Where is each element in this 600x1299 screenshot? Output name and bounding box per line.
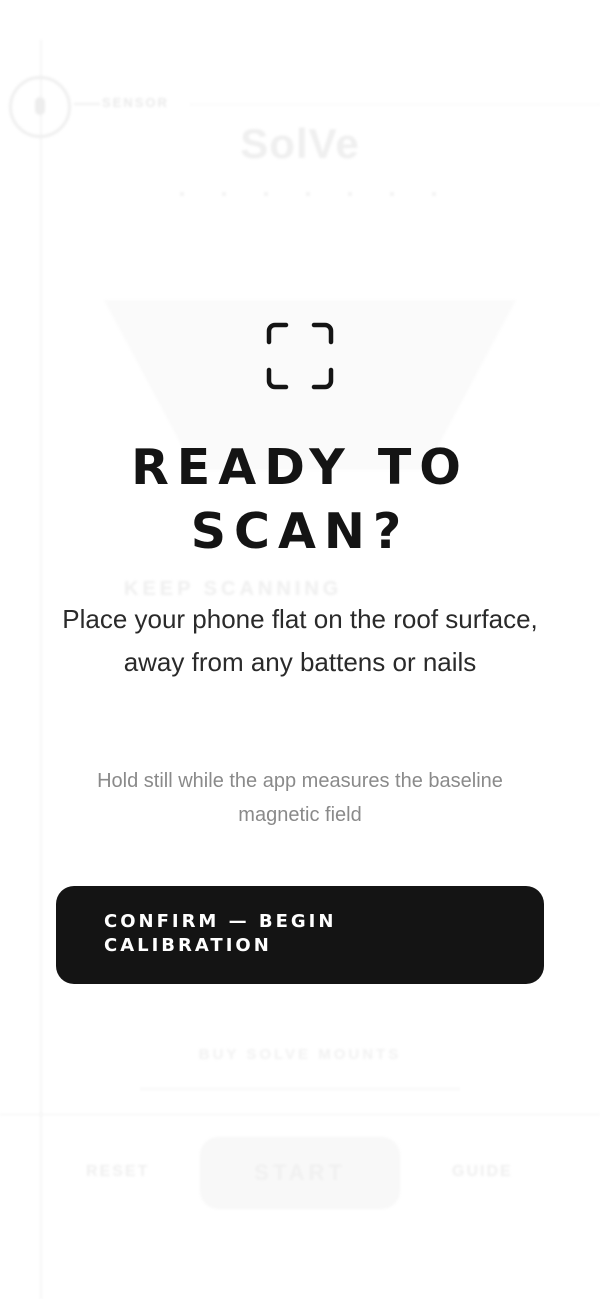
confirm-button-label-line2: CALIBRATION — [104, 935, 272, 956]
confirm-button-label-line1: CONFIRM — BEGIN — [104, 911, 337, 932]
dialog-title-line1: READY TO — [131, 439, 469, 496]
app-screen: SENSOR SolVe KEEP SCANNING BUY SOLVE MOU… — [0, 0, 600, 1299]
dialog-note: Hold still while the app measures the ba… — [97, 770, 503, 826]
dialog-instructions: Place your phone flat on the roof surfac… — [62, 604, 538, 677]
dialog-title: READY TO SCAN? — [0, 436, 600, 564]
confirm-calibration-button[interactable]: CONFIRM — BEGIN CALIBRATION — [56, 886, 544, 984]
calibration-dialog: READY TO SCAN? Place your phone flat on … — [0, 0, 600, 1299]
scan-frame-icon — [266, 322, 334, 390]
dialog-title-line2: SCAN? — [190, 503, 410, 560]
